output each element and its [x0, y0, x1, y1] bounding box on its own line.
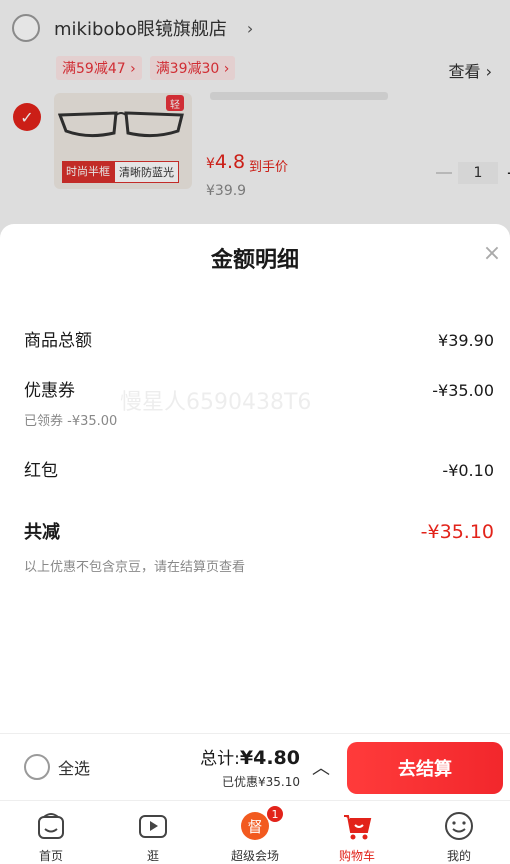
- saved-amount: 已优惠¥35.10: [222, 775, 300, 789]
- row-label: 商品总额: [24, 331, 92, 351]
- video-play-icon: [136, 809, 170, 843]
- amount-detail-sheet: 金额明细 × 慢星人6590438T6 商品总额 ¥39.90 优惠券 -¥35…: [0, 224, 510, 734]
- dim-overlay[interactable]: [0, 0, 510, 240]
- total-box[interactable]: 总计:¥4.80 已优惠¥35.10: [200, 744, 300, 790]
- row-total-reduction: 共减 -¥35.10: [24, 518, 494, 544]
- row-value: ¥39.90: [438, 331, 494, 350]
- total-prefix: 总计:: [200, 749, 240, 769]
- tab-browse[interactable]: 逛: [102, 801, 204, 864]
- row-label: 优惠券: [24, 381, 75, 401]
- row-red-packet: 红包 -¥0.10: [24, 456, 494, 481]
- select-all-label[interactable]: 全选: [58, 755, 90, 779]
- svg-text:督: 督: [247, 818, 262, 836]
- tab-cart[interactable]: 购物车: [306, 801, 408, 864]
- tab-super-venue[interactable]: 督 1 超级会场: [204, 801, 306, 864]
- row-label: 红包: [24, 461, 58, 481]
- close-icon[interactable]: ×: [480, 242, 504, 266]
- notification-badge: 1: [266, 805, 284, 823]
- row-value: -¥0.10: [442, 461, 494, 480]
- tab-home[interactable]: 首页: [0, 801, 102, 864]
- select-all[interactable]: 全选: [24, 754, 90, 780]
- tab-label: 逛: [146, 849, 159, 863]
- total-value: -¥35.10: [420, 521, 494, 543]
- cart-icon: [340, 809, 374, 843]
- checkout-bar: 全选 总计:¥4.80 已优惠¥35.10 ︿ 去结算: [0, 733, 510, 800]
- bottom-tab-bar: 首页 逛 督 1 超级会场 购物车 我的: [0, 800, 510, 864]
- tab-label: 超级会场: [230, 849, 279, 863]
- row-goods-total: 商品总额 ¥39.90: [24, 326, 494, 351]
- total-amount: ¥4.80: [239, 747, 300, 769]
- tab-label: 首页: [38, 849, 63, 863]
- home-icon: [34, 809, 68, 843]
- checkout-button[interactable]: 去结算: [347, 742, 503, 794]
- total-label: 共减: [24, 522, 60, 543]
- caret-up-icon[interactable]: ︿: [312, 754, 330, 780]
- sheet-note: 以上优惠不包含京豆，请在结算页查看: [24, 560, 246, 575]
- coupon-sub-text: 已领券 -¥35.00: [24, 414, 118, 429]
- tab-profile[interactable]: 我的: [408, 801, 510, 864]
- row-coupon: 优惠券 -¥35.00: [24, 376, 494, 401]
- select-all-radio[interactable]: [24, 754, 50, 780]
- tab-label: 我的: [446, 849, 471, 863]
- total-line: 总计:¥4.80: [200, 744, 300, 769]
- sheet-title: 金额明细: [210, 248, 299, 273]
- profile-icon: [442, 809, 476, 843]
- tab-label: 购物车: [338, 849, 375, 863]
- row-value: -¥35.00: [432, 381, 494, 400]
